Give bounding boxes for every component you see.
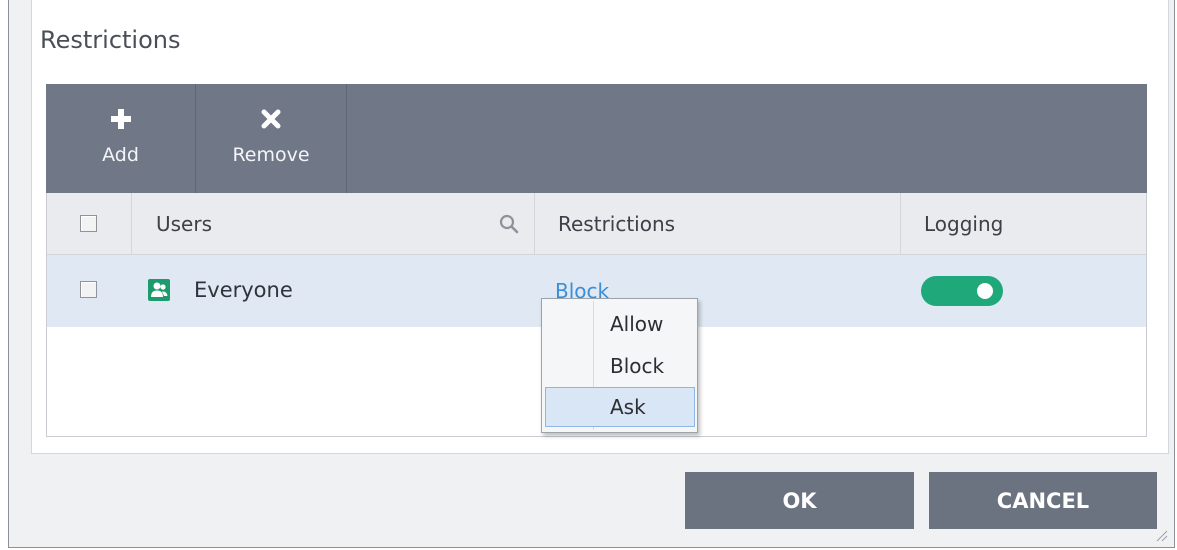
search-icon[interactable]	[499, 214, 519, 234]
cancel-button[interactable]: CANCEL	[929, 472, 1157, 529]
table-header: Users Restrictions Logging	[47, 193, 1146, 255]
restriction-context-menu: Allow Block Ask	[541, 298, 698, 433]
logging-column-header[interactable]: Logging	[924, 193, 1003, 255]
toolbar: Add Remove	[46, 84, 1147, 193]
resize-grip-icon[interactable]	[1154, 528, 1168, 542]
plus-icon	[110, 109, 131, 129]
add-label: Add	[102, 144, 139, 166]
remove-label: Remove	[232, 144, 310, 166]
remove-button[interactable]: Remove	[196, 84, 347, 193]
section-title: Restrictions	[40, 26, 181, 54]
toggle-knob	[977, 283, 993, 299]
user-group-icon	[148, 279, 170, 301]
column-divider	[534, 193, 535, 255]
menu-item-allow[interactable]: Allow	[545, 304, 695, 344]
column-divider	[900, 193, 901, 255]
users-column-header[interactable]: Users	[156, 193, 212, 255]
user-name: Everyone	[194, 278, 293, 302]
column-divider	[131, 193, 132, 255]
ok-button[interactable]: OK	[685, 472, 914, 529]
add-button[interactable]: Add	[46, 84, 196, 193]
select-all-checkbox[interactable]	[80, 215, 97, 232]
row-checkbox[interactable]	[80, 281, 97, 298]
restrictions-column-header[interactable]: Restrictions	[558, 193, 675, 255]
menu-item-block[interactable]: Block	[545, 346, 695, 386]
x-icon	[261, 109, 281, 129]
logging-toggle[interactable]	[921, 276, 1003, 306]
menu-item-ask[interactable]: Ask	[545, 387, 695, 427]
